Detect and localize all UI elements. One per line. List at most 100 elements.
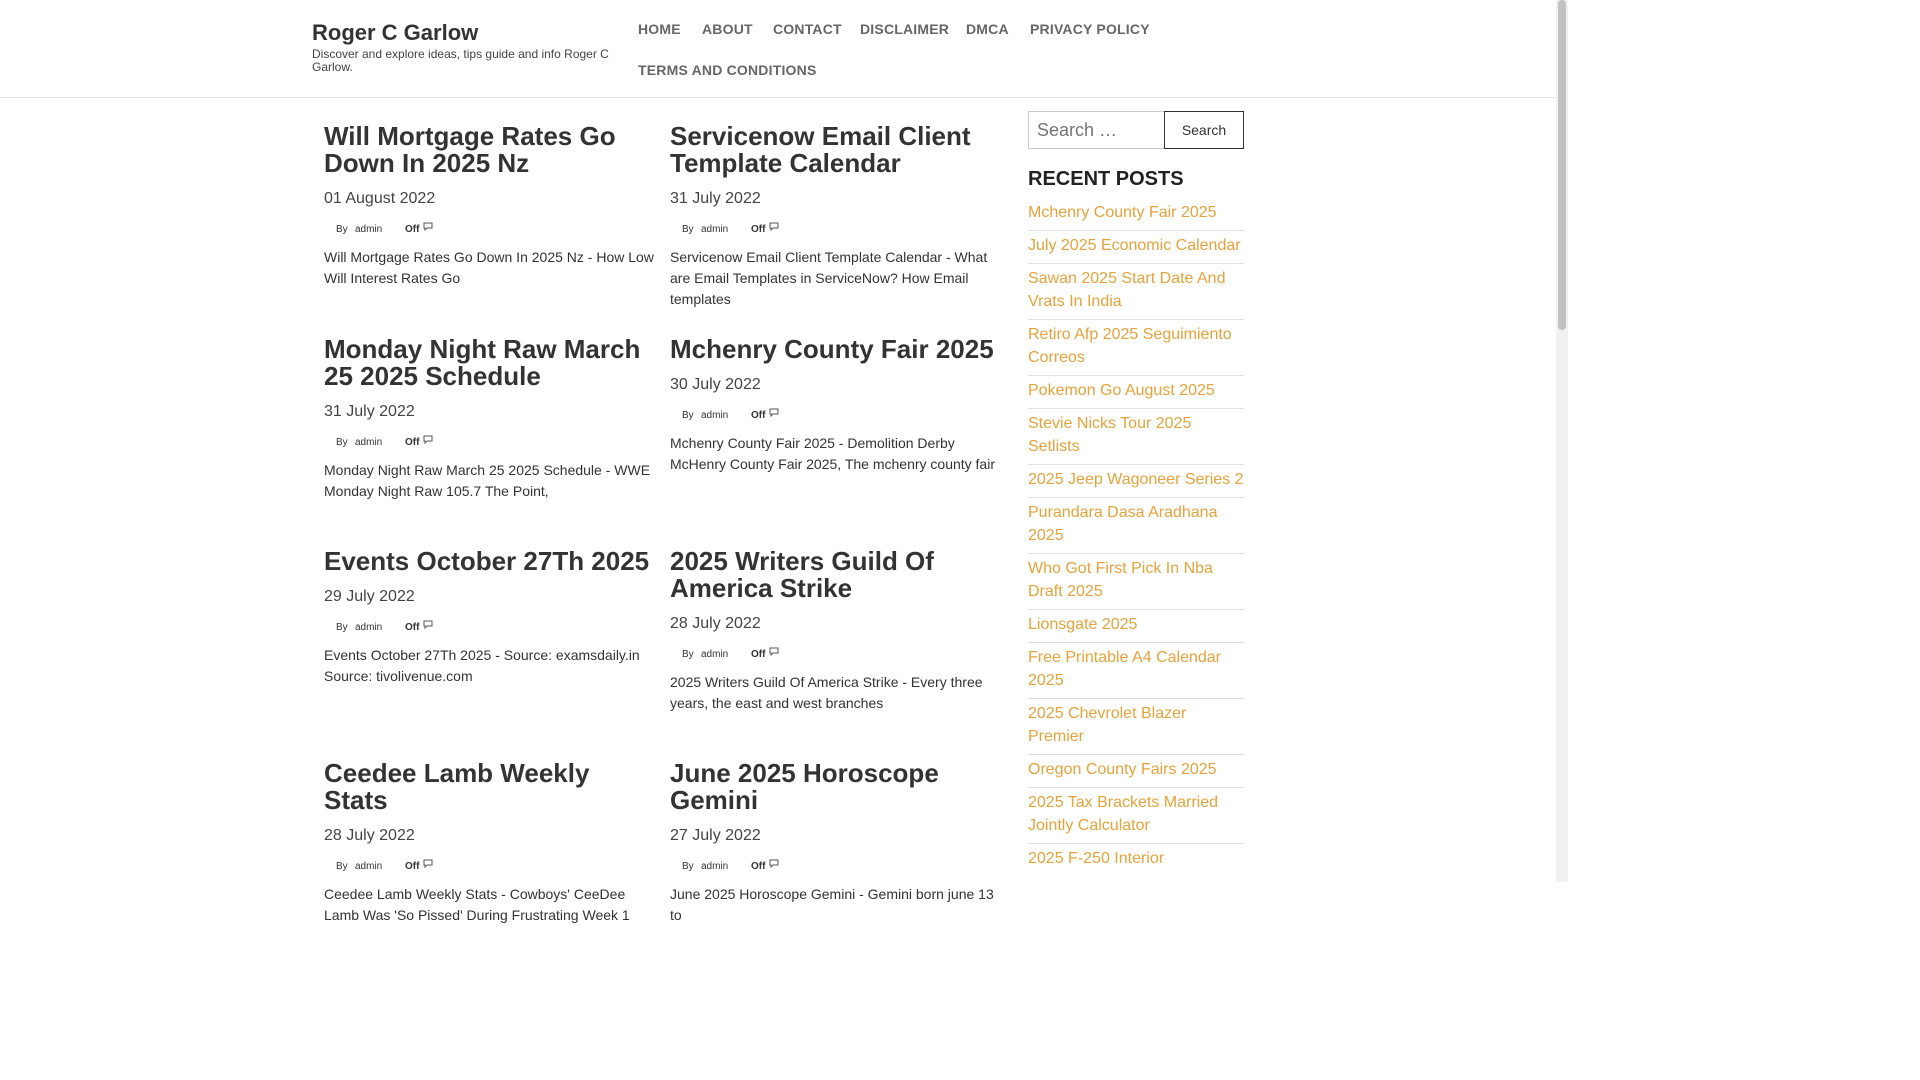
nav-dmca[interactable]: DMCA [966, 21, 1009, 37]
comment-icon [769, 222, 779, 234]
comment-icon [769, 408, 779, 420]
post-title[interactable]: Monday Night Raw March 25 2025 Schedule [324, 336, 654, 390]
recent-post-link[interactable]: Oregon County Fairs 2025 [1028, 761, 1217, 778]
search-input[interactable] [1028, 111, 1165, 149]
post-excerpt: Mchenry County Fair 2025 - Demolition De… [670, 435, 995, 472]
meta-author-link[interactable]: admin [355, 437, 382, 448]
site-branding: Roger C Garlow Discover and explore idea… [312, 20, 612, 74]
post-date: 31 July 2022 [324, 403, 415, 420]
list-item: Purandara Dasa Aradhana 2025 [1028, 498, 1244, 554]
recent-post-link[interactable]: 2025 Tax Brackets Married Jointly Calcul… [1028, 794, 1218, 834]
site-title[interactable]: Roger C Garlow [312, 20, 612, 46]
post-card: Mchenry County Fair 2025 30 July 2022 By… [670, 336, 1000, 475]
recent-post-link[interactable]: Retiro Afp 2025 Seguimiento Correos [1028, 326, 1232, 366]
meta-by-label: By [336, 437, 348, 448]
list-item: Who Got First Pick In Nba Draft 2025 [1028, 554, 1244, 610]
recent-posts-list: Mchenry County Fair 2025 July 2025 Econo… [1028, 198, 1244, 876]
post-meta: By admin Off [670, 408, 1000, 424]
post-title[interactable]: Ceedee Lamb Weekly Stats [324, 760, 654, 814]
post-title[interactable]: Events October 27Th 2025 [324, 548, 654, 575]
recent-post-link[interactable]: Purandara Dasa Aradhana 2025 [1028, 504, 1217, 544]
site-description: Discover and explore ideas, tips guide a… [312, 47, 609, 74]
recent-post-link[interactable]: Pokemon Go August 2025 [1028, 382, 1215, 399]
post-title[interactable]: 2025 Writers Guild Of America Strike [670, 548, 1000, 602]
list-item: 2025 Tax Brackets Married Jointly Calcul… [1028, 788, 1244, 844]
recent-post-link[interactable]: Free Printable A4 Calendar 2025 [1028, 649, 1221, 689]
meta-comments-status: Off [751, 649, 766, 660]
list-item: Oregon County Fairs 2025 [1028, 755, 1244, 788]
post-date: 29 July 2022 [324, 588, 415, 605]
post-card: Ceedee Lamb Weekly Stats 28 July 2022 By… [324, 760, 654, 926]
post-excerpt: 2025 Writers Guild Of America Strike - E… [670, 674, 983, 711]
recent-post-link[interactable]: Lionsgate 2025 [1028, 616, 1137, 633]
recent-post-link[interactable]: 2025 F-250 Interior [1028, 850, 1164, 867]
list-item: Retiro Afp 2025 Seguimiento Correos [1028, 320, 1244, 376]
post-meta: By admin Off [324, 620, 654, 636]
post-excerpt: Servicenow Email Client Template Calenda… [670, 249, 988, 307]
post-title[interactable]: Will Mortgage Rates Go Down In 2025 Nz [324, 123, 654, 177]
recent-post-link[interactable]: Who Got First Pick In Nba Draft 2025 [1028, 560, 1213, 600]
search-button[interactable]: Search [1164, 111, 1244, 149]
list-item: Pokemon Go August 2025 [1028, 376, 1244, 409]
comment-icon [423, 435, 433, 447]
meta-author-link[interactable]: admin [355, 622, 382, 633]
post-excerpt: Will Mortgage Rates Go Down In 2025 Nz -… [324, 249, 654, 286]
page-scrollbar[interactable] [1556, 0, 1568, 882]
meta-comments-status: Off [751, 861, 766, 872]
meta-by-label: By [682, 224, 694, 235]
nav-about[interactable]: ABOUT [702, 21, 753, 37]
comment-icon [423, 222, 433, 234]
nav-terms-and-conditions[interactable]: TERMS AND CONDITIONS [638, 62, 816, 78]
post-excerpt: June 2025 Horoscope Gemini - Gemini born… [670, 886, 994, 923]
list-item: Mchenry County Fair 2025 [1028, 198, 1244, 231]
meta-author-link[interactable]: admin [701, 861, 728, 872]
meta-by-label: By [336, 861, 348, 872]
comment-icon [769, 859, 779, 871]
recent-post-link[interactable]: 2025 Chevrolet Blazer Premier [1028, 705, 1186, 745]
post-excerpt: Monday Night Raw March 25 2025 Schedule … [324, 462, 651, 499]
post-meta: By admin Off [670, 222, 1000, 238]
post-title[interactable]: Servicenow Email Client Template Calenda… [670, 123, 1000, 177]
list-item: 2025 Jeep Wagoneer Series 2 [1028, 465, 1244, 498]
comment-icon [423, 620, 433, 632]
post-meta: By admin Off [670, 647, 1000, 663]
meta-author-link[interactable]: admin [355, 224, 382, 235]
meta-comments-status: Off [405, 437, 420, 448]
nav-disclaimer[interactable]: DISCLAIMER [860, 21, 949, 37]
comment-icon [423, 859, 433, 871]
list-item: Sawan 2025 Start Date And Vrats In India [1028, 264, 1244, 320]
recent-post-link[interactable]: July 2025 Economic Calendar [1028, 237, 1241, 254]
nav-privacy-policy[interactable]: PRIVACY POLICY [1030, 21, 1150, 37]
post-title[interactable]: Mchenry County Fair 2025 [670, 336, 1000, 363]
post-excerpt: Ceedee Lamb Weekly Stats - Cowboys' CeeD… [324, 886, 630, 923]
post-date: 30 July 2022 [670, 376, 761, 393]
nav-home[interactable]: HOME [638, 21, 681, 37]
post-date: 01 August 2022 [324, 190, 436, 207]
post-title[interactable]: June 2025 Horoscope Gemini [670, 760, 1000, 814]
list-item: 2025 F-250 Interior [1028, 844, 1244, 876]
recent-post-link[interactable]: Stevie Nicks Tour 2025 Setlists [1028, 415, 1191, 455]
recent-post-link[interactable]: Mchenry County Fair 2025 [1028, 204, 1217, 221]
post-date: 27 July 2022 [670, 827, 761, 844]
meta-author-link[interactable]: admin [701, 649, 728, 660]
post-excerpt: Events October 27Th 2025 - Source: exams… [324, 647, 640, 684]
meta-comments-status: Off [751, 410, 766, 421]
post-meta: By admin Off [324, 435, 654, 451]
post-date: 28 July 2022 [324, 827, 415, 844]
post-card: Will Mortgage Rates Go Down In 2025 Nz 0… [324, 123, 654, 289]
meta-author-link[interactable]: admin [355, 861, 382, 872]
post-meta: By admin Off [324, 222, 654, 238]
post-date: 31 July 2022 [670, 190, 761, 207]
list-item: Lionsgate 2025 [1028, 610, 1244, 643]
nav-contact[interactable]: CONTACT [773, 21, 842, 37]
recent-post-link[interactable]: Sawan 2025 Start Date And Vrats In India [1028, 270, 1225, 310]
meta-author-link[interactable]: admin [701, 410, 728, 421]
scrollbar-thumb[interactable] [1558, 0, 1566, 330]
meta-author-link[interactable]: admin [701, 224, 728, 235]
meta-by-label: By [682, 649, 694, 660]
meta-by-label: By [682, 861, 694, 872]
recent-post-link[interactable]: 2025 Jeep Wagoneer Series 2 [1028, 471, 1244, 488]
comment-icon [769, 647, 779, 659]
list-item: Free Printable A4 Calendar 2025 [1028, 643, 1244, 699]
meta-by-label: By [336, 622, 348, 633]
